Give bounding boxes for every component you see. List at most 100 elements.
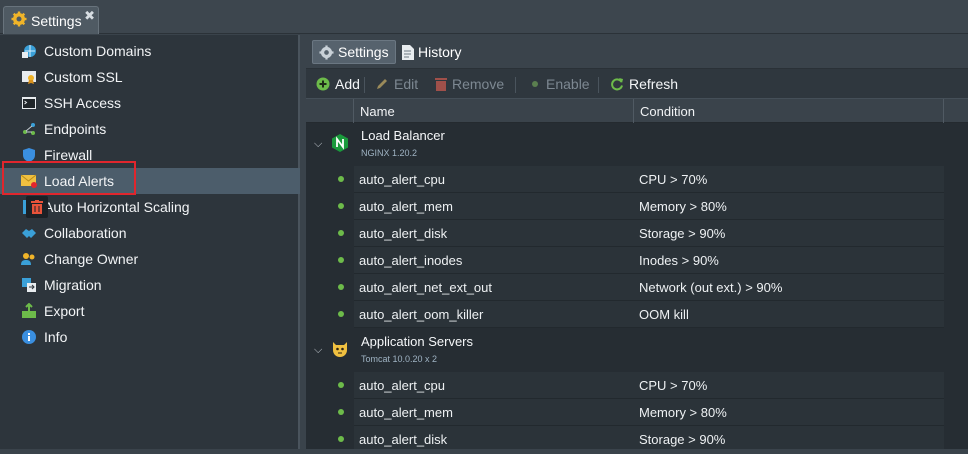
gear-icon [319,44,334,60]
tab-label: History [418,44,462,60]
alert-name: auto_alert_cpu [359,378,446,393]
tab-history[interactable]: History [395,40,468,64]
alert-name: auto_alert_net_ext_out [359,280,492,295]
toolbar-divider [515,77,516,93]
toolbar-divider [598,77,599,93]
sidebar-item-ssh-access[interactable]: SSH Access [0,90,300,116]
table-row[interactable]: auto_alert_disk Storage > 90% [306,220,968,247]
endpoints-icon [20,120,38,138]
group-application-servers[interactable]: ⌵ Application Servers Tomcat 10.0.20 x 2 [306,329,968,371]
sidebar-item-label: Custom SSL [44,69,123,85]
alert-name: auto_alert_disk [359,226,448,241]
alert-name: auto_alert_mem [359,199,453,214]
remove-button[interactable]: Remove [435,74,504,94]
alert-condition: Inodes > 90% [639,253,719,268]
settings-window-tab[interactable]: Settings ✖ [3,6,99,34]
group-load-balancer[interactable]: ⌵ Load Balancer NGINX 1.20.2 [306,123,968,165]
status-dot [338,203,344,209]
terminal-icon [20,94,38,112]
sidebar-item-info[interactable]: Info [0,324,300,350]
table-row[interactable]: auto_alert_mem Memory > 80% [306,193,968,220]
tab-label: Settings [338,44,389,60]
status-dot [338,382,344,388]
tomcat-icon [330,339,350,359]
users-icon [20,250,38,268]
settings-panel: Settings History Add Edit Remove Enable [306,35,968,449]
nginx-icon [330,133,350,153]
toolbar: Add Edit Remove Enable Refresh [306,70,968,98]
sidebar-item-custom-ssl[interactable]: Custom SSL [0,64,300,90]
alert-name: auto_alert_mem [359,405,453,420]
sidebar-item-change-owner[interactable]: Change Owner [0,246,300,272]
alerts-grid: ⌵ Load Balancer NGINX 1.20.2 auto_alert_… [306,123,968,449]
handshake-icon [20,224,38,242]
panel-tabs: Settings History [306,35,968,69]
document-icon [401,44,414,60]
group-name: Load Balancer [361,128,445,143]
enable-label: Enable [546,76,590,92]
status-dot [338,176,344,182]
alert-condition: Memory > 80% [639,405,727,420]
export-icon [20,302,38,320]
edit-button[interactable]: Edit [375,74,418,94]
settings-sidebar: Custom Domains Custom SSL SSH Access End… [0,35,300,449]
chevron-down-icon[interactable]: ⌵ [314,138,322,151]
alert-condition: CPU > 70% [639,378,708,393]
refresh-button[interactable]: Refresh [610,74,678,94]
sidebar-item-migration[interactable]: Migration [0,272,300,298]
sidebar-item-export[interactable]: Export [0,298,300,324]
trash-icon [435,77,447,91]
globe-icon [20,42,38,60]
column-header-condition[interactable]: Condition [634,99,944,123]
alert-name: auto_alert_disk [359,432,448,447]
alert-name: auto_alert_oom_killer [359,307,484,322]
table-row[interactable]: auto_alert_net_ext_out Network (out ext.)… [306,274,968,301]
group-name: Application Servers [361,334,473,349]
sidebar-item-endpoints[interactable]: Endpoints [0,116,300,142]
add-icon [316,77,330,91]
status-dot [338,436,344,442]
add-button[interactable]: Add [316,74,360,94]
close-icon[interactable]: ✖ [84,8,95,24]
alert-name: auto_alert_cpu [359,172,446,187]
sidebar-item-label: SSH Access [44,95,122,111]
table-row[interactable]: auto_alert_oom_killer OOM kill [306,301,968,328]
table-row[interactable]: auto_alert_inodes Inodes > 90% [306,247,968,274]
sidebar-item-label: Migration [44,277,102,293]
sidebar-item-label: Info [44,329,68,345]
table-row[interactable]: auto_alert_cpu CPU > 70% [306,372,968,399]
group-subtitle: Tomcat 10.0.20 x 2 [361,354,438,364]
table-row[interactable]: auto_alert_mem Memory > 80% [306,399,968,426]
chevron-down-icon[interactable]: ⌵ [314,344,322,357]
grid-header: Name Condition [306,98,968,123]
alert-condition: CPU > 70% [639,172,708,187]
alert-name: auto_alert_inodes [359,253,463,268]
alert-condition: Storage > 90% [639,432,726,447]
tab-settings[interactable]: Settings [312,40,396,64]
gear-icon [11,11,27,30]
trash-icon [26,196,48,218]
pencil-icon [375,77,389,91]
edit-label: Edit [394,76,419,92]
alert-condition: Storage > 90% [639,226,726,241]
sidebar-item-collaboration[interactable]: Collaboration [0,220,300,246]
add-label: Add [335,76,360,92]
window-tab-label: Settings [31,12,82,29]
info-icon [20,328,38,346]
remove-label: Remove [452,76,505,92]
column-header-name[interactable]: Name [354,99,634,123]
table-row[interactable]: auto_alert_disk Storage > 90% [306,426,968,449]
status-dot [338,284,344,290]
sidebar-item-custom-domains[interactable]: Custom Domains [0,38,300,64]
bottom-status-strip [0,449,968,454]
status-dot [338,311,344,317]
migration-icon [20,276,38,294]
alert-condition: Memory > 80% [639,199,727,214]
load-alerts-highlight-box [2,161,136,195]
sidebar-item-label: Endpoints [44,121,107,137]
enable-button[interactable]: Enable [529,74,590,94]
sidebar-item-label: Export [44,303,85,319]
sidebar-item-label: Auto Horizontal Scaling [44,199,190,215]
group-subtitle: NGINX 1.20.2 [361,148,418,158]
table-row[interactable]: auto_alert_cpu CPU > 70% [306,166,968,193]
